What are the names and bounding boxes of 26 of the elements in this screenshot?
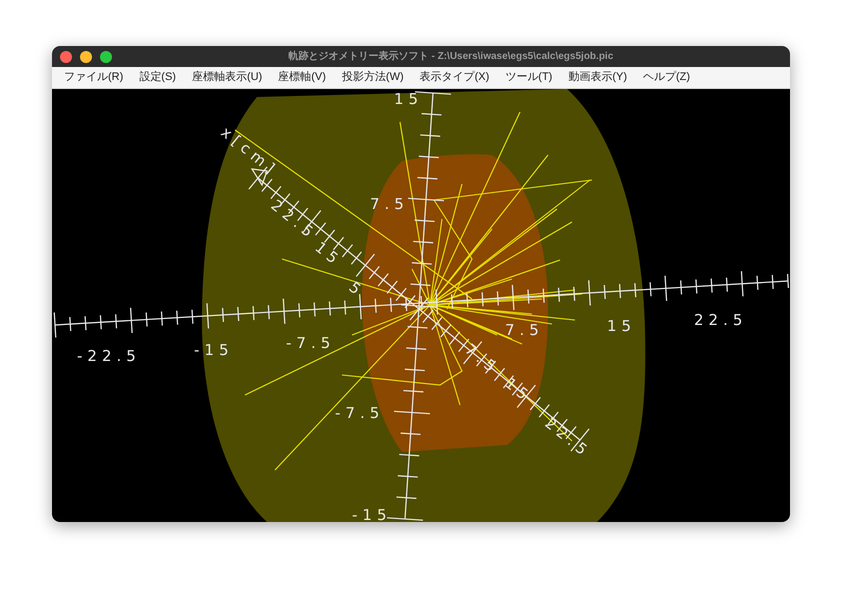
menu-item[interactable]: 投影方法(W) [336, 67, 410, 88]
axis-label: 15 [311, 238, 346, 270]
menu-item[interactable]: 設定(S) [133, 67, 182, 88]
close-button[interactable] [60, 50, 72, 62]
axis-label: 7.5 [505, 321, 544, 339]
window-title: 軌跡とジオメトリー表示ソフト - Z:\Users\iwase\egs5\calc\egs5job.pic [288, 50, 614, 64]
menu-item[interactable]: 動画表示(Y) [562, 67, 634, 88]
axis-label: 15 [394, 90, 424, 108]
minimize-button[interactable] [80, 50, 92, 62]
menu-item[interactable]: ファイル(R) [58, 67, 130, 88]
axis-label: 5 [345, 278, 368, 302]
axis-label: -7.5 [286, 334, 336, 352]
axis-label: -15 [194, 341, 234, 359]
zoom-button[interactable] [100, 50, 112, 62]
menu-item[interactable]: 座標軸(V) [272, 67, 332, 88]
menu-item[interactable]: ヘルプ(Z) [637, 67, 696, 88]
axis-label: 15 [501, 374, 536, 406]
axis-label: 15 [607, 317, 636, 335]
axis-label: -22.5 [77, 347, 141, 365]
menu-item[interactable]: 表示タイプ(X) [414, 67, 496, 88]
axis-label: -7.5 [335, 404, 384, 422]
menu-item[interactable]: ツール(T) [499, 67, 558, 88]
menu-item[interactable]: 座標軸表示(U) [186, 67, 268, 88]
axis-label: 22.5 [694, 311, 748, 329]
axis-label: -15 [352, 506, 392, 522]
axis-label: 7.5 [370, 195, 409, 213]
